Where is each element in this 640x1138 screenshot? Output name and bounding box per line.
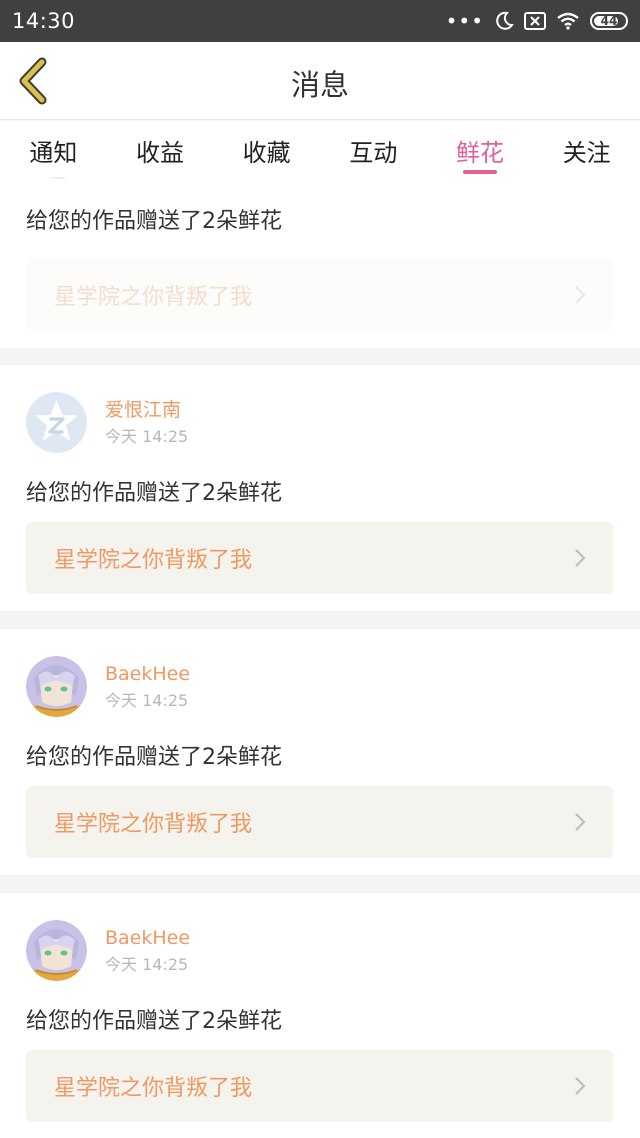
status-icons: ••• 44 — [446, 11, 628, 31]
flower-message-card: BaekHee 今天 14:25 给您的作品赠送了2朵鲜花 星学院之你背叛了我 — [0, 629, 640, 875]
more-dots-icon: ••• — [445, 9, 484, 33]
page-header: 消息 — [0, 42, 640, 120]
anime-avatar-icon — [26, 920, 87, 981]
work-title: 星学院之你背叛了我 — [54, 1076, 253, 1101]
username[interactable]: 爱恨江南 — [105, 398, 188, 422]
username[interactable]: BaekHee — [105, 926, 190, 950]
battery-level: 44 — [600, 14, 618, 28]
tab-follows[interactable]: 关注 — [533, 121, 640, 177]
chevron-right-icon — [575, 286, 586, 304]
tab-notifications[interactable]: 通知 — [0, 121, 107, 177]
card-header: BaekHee 今天 14:25 — [26, 920, 190, 981]
user-meta: 爱恨江南 今天 14:25 — [105, 398, 188, 452]
tab-bar: 通知 收益 收藏 互动 鲜花 关注 — [0, 121, 640, 177]
message-text: 给您的作品赠送了2朵鲜花 — [26, 1009, 282, 1034]
timestamp: 今天 14:25 — [105, 955, 189, 974]
avatar[interactable] — [26, 920, 87, 981]
card-header: 爱恨江南 今天 14:25 — [26, 392, 188, 453]
avatar — [37, 177, 79, 179]
work-title: 星学院之你背叛了我 — [54, 548, 253, 573]
message-text: 给您的作品赠送了2朵鲜花 — [26, 209, 282, 234]
flower-message-card: BaekHee 今天 14:25 给您的作品赠送了2朵鲜花 星学院之你背叛了我 — [0, 893, 640, 1138]
work-title: 星学院之你背叛了我 — [54, 812, 253, 837]
default-avatar-icon — [26, 392, 87, 453]
avatar[interactable] — [26, 392, 87, 453]
flower-message-card: 爱恨江南 今天 14:25 给您的作品赠送了2朵鲜花 星学院之你背叛了我 — [0, 365, 640, 611]
tab-flowers[interactable]: 鲜花 — [427, 121, 534, 177]
tab-favorites[interactable]: 收藏 — [213, 121, 320, 177]
message-text: 给您的作品赠送了2朵鲜花 — [26, 481, 282, 506]
work-title: 星学院之你背叛了我 — [54, 285, 253, 310]
user-meta: BaekHee 今天 14:25 — [105, 662, 190, 716]
status-time: 14:30 — [12, 9, 76, 33]
avatar[interactable] — [26, 656, 87, 717]
work-link[interactable]: 星学院之你背叛了我 — [26, 1050, 613, 1122]
user-meta: BaekHee 今天 14:25 — [105, 926, 190, 980]
work-link[interactable]: 星学院之你背叛了我 — [26, 786, 613, 858]
moon-icon — [496, 11, 514, 30]
status-bar: 14:30 ••• 44 — [0, 0, 640, 42]
chevron-right-icon — [575, 1077, 586, 1095]
chevron-right-icon — [575, 549, 586, 567]
work-link[interactable]: 星学院之你背叛了我 — [26, 259, 613, 331]
message-text: 给您的作品赠送了2朵鲜花 — [26, 745, 282, 770]
timestamp: 今天 14:25 — [105, 427, 189, 446]
tab-earnings[interactable]: 收益 — [107, 121, 214, 177]
sim-disabled-icon — [524, 12, 546, 30]
timestamp: 今天 14:25 — [105, 691, 189, 710]
tab-interactions[interactable]: 互动 — [320, 121, 427, 177]
message-feed[interactable]: 给您的作品赠送了2朵鲜花 星学院之你背叛了我 爱恨江南 今天 14:25 给您的… — [0, 177, 640, 1138]
wifi-icon — [557, 12, 579, 30]
username[interactable]: BaekHee — [105, 662, 190, 686]
page-title: 消息 — [290, 68, 349, 102]
work-link[interactable]: 星学院之你背叛了我 — [26, 522, 613, 594]
card-header: BaekHee 今天 14:25 — [26, 656, 190, 717]
anime-avatar-icon — [26, 656, 87, 717]
chevron-right-icon — [575, 813, 586, 831]
flower-message-card: 给您的作品赠送了2朵鲜花 星学院之你背叛了我 — [0, 177, 640, 348]
battery-icon: 44 — [590, 12, 628, 30]
